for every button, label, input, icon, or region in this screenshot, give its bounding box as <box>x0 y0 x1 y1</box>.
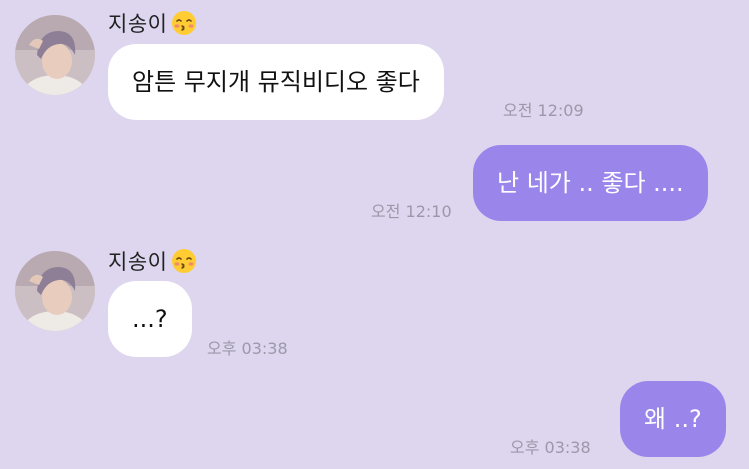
message-text: 왜 ..? <box>644 405 702 433</box>
message-bubble[interactable]: 난 네가 .. 좋다 .... <box>473 145 708 221</box>
message-timestamp: 오후 03:38 <box>510 438 591 457</box>
message-text: ...? <box>132 305 168 333</box>
contact-name-text: 지송이 <box>108 12 168 36</box>
message-timestamp: 오후 03:38 <box>207 339 288 358</box>
avatar[interactable] <box>15 251 95 331</box>
message-bubble[interactable]: 암튼 무지개 뮤직비디오 좋다 <box>108 44 444 120</box>
avatar[interactable] <box>15 15 95 95</box>
kissing-face-icon <box>171 10 197 36</box>
kissing-face-icon <box>171 248 197 274</box>
message-text: 암튼 무지개 뮤직비디오 좋다 <box>132 68 420 96</box>
contact-name: 지송이 <box>108 246 197 276</box>
message-bubble[interactable]: ...? <box>108 281 192 357</box>
message-bubble[interactable]: 왜 ..? <box>620 381 726 457</box>
message-timestamp: 오전 12:09 <box>503 101 584 120</box>
message-text: 난 네가 .. 좋다 .... <box>497 169 684 197</box>
message-timestamp: 오전 12:10 <box>371 202 452 221</box>
contact-name: 지송이 <box>108 8 197 38</box>
contact-name-text: 지송이 <box>108 250 168 274</box>
